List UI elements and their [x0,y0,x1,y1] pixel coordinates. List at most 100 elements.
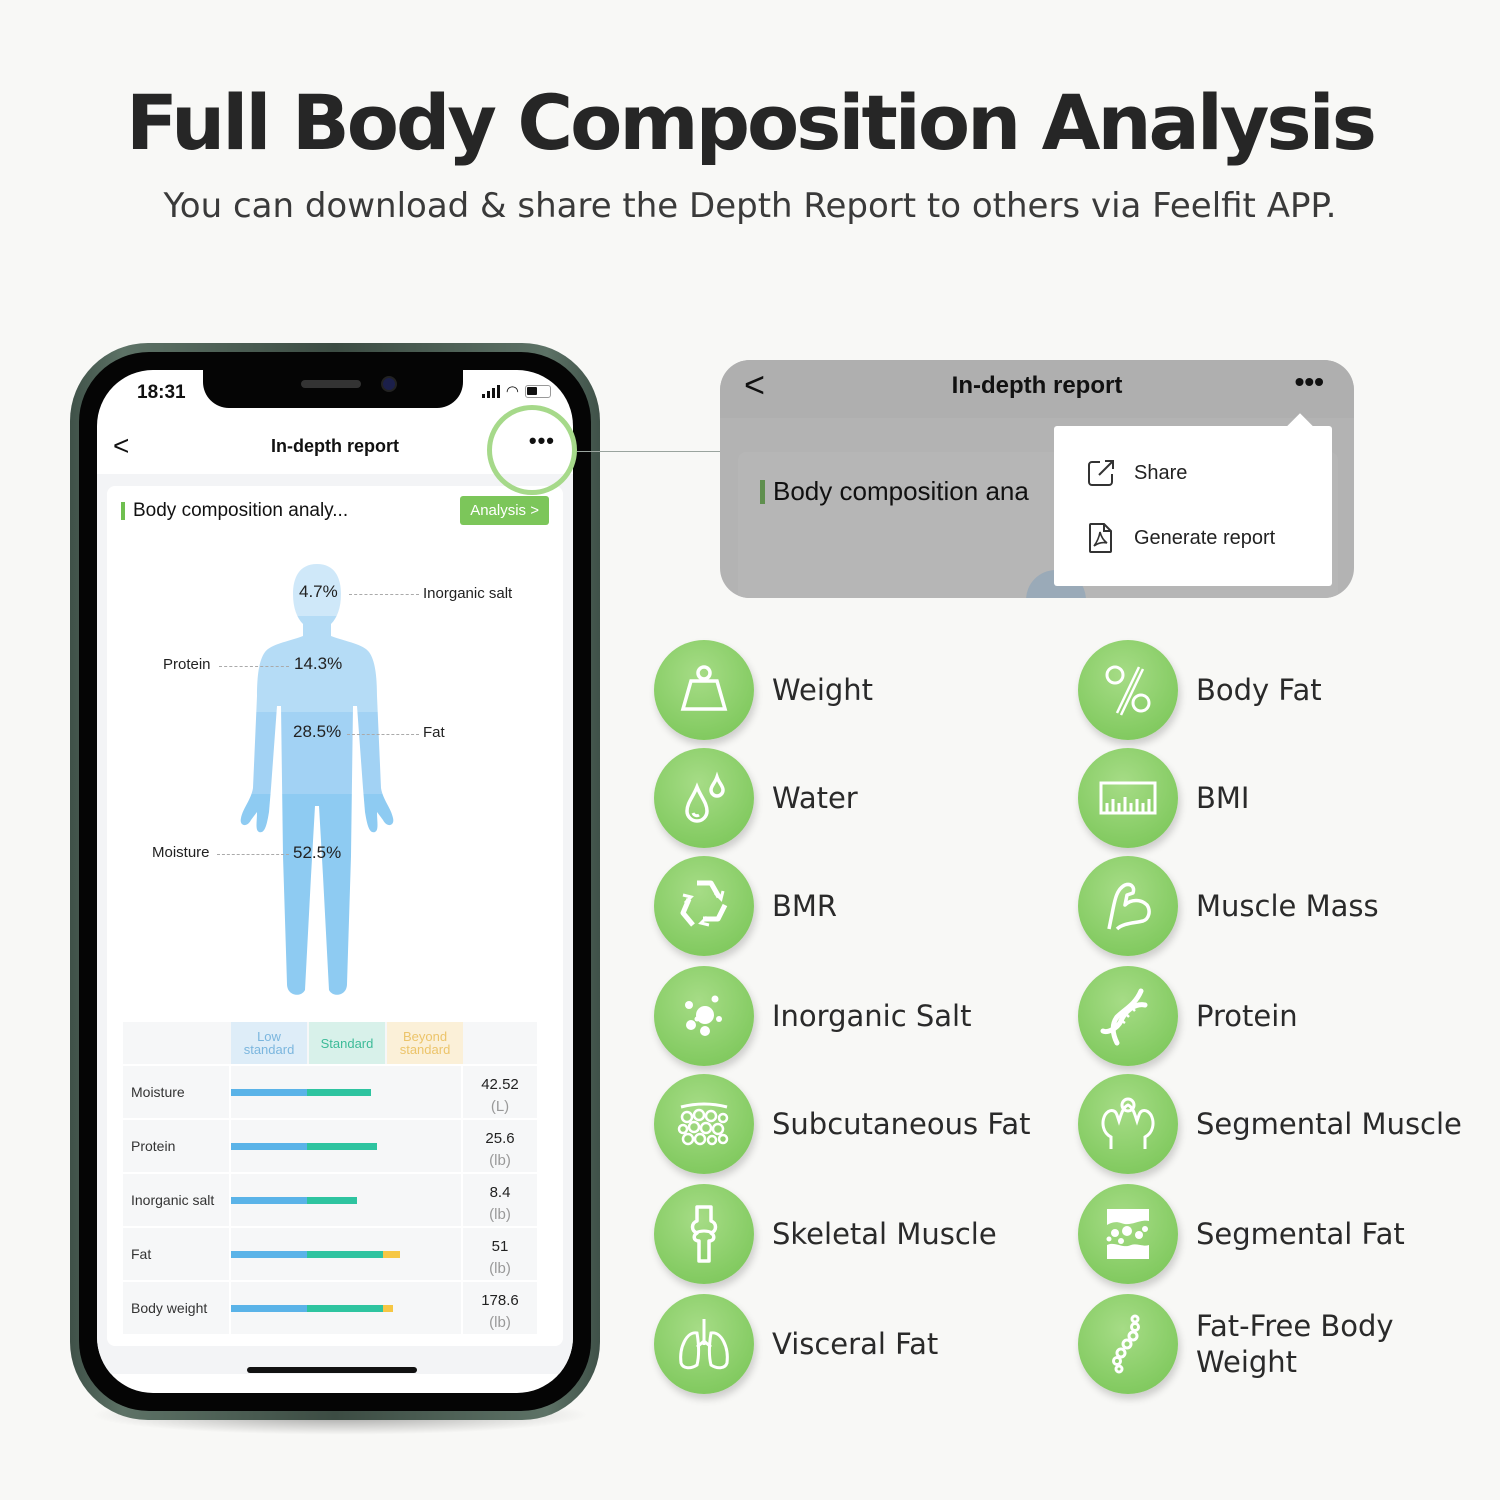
protein-label: Protein [163,656,211,673]
body-silhouette [240,564,394,995]
feature-item: Weight [654,640,873,740]
row-label: Protein [123,1120,229,1172]
zoomed-card-title-text: Body composition ana [773,476,1029,506]
analysis-button[interactable]: Analysis > [460,496,549,525]
row-label: Inorganic salt [123,1174,229,1226]
menu-item-generate-report[interactable]: Generate report [1086,522,1275,554]
camera [381,376,397,392]
speaker [301,380,361,388]
feature-item: Subcutaneous Fat [654,1074,1031,1174]
feature-label: Body Fat [1196,673,1322,707]
bar-beyond-segment [383,1251,401,1258]
feature-label: Water [772,781,858,815]
card-title: Body composition analy... [121,500,348,522]
feature-badge [654,966,754,1066]
water-drops-icon [685,771,725,823]
fat-label: Fat [423,724,445,741]
body-fat-percent-icon [1105,665,1151,716]
feature-label: Protein [1196,999,1298,1033]
subcutaneous-fat-icon [677,1102,729,1146]
row-label: Fat [123,1228,229,1280]
moisture-label: Moisture [152,844,210,861]
protein-dna-icon [1100,988,1148,1046]
header-spacer [123,1022,231,1064]
feature-item: Fat-Free Body Weight [1078,1294,1416,1394]
feature-label: Subcutaneous Fat [772,1107,1031,1141]
table-row: Moisture 42.52 (L) [123,1066,537,1118]
feature-label: Inorganic Salt [772,999,972,1033]
row-value: 25.6 (lb) [463,1120,537,1172]
leader-line [217,854,289,855]
pdf-icon [1089,523,1112,553]
value-unit: (lb) [489,1206,511,1223]
feature-item: Body Fat [1078,640,1322,740]
leader-line [219,666,289,667]
header-beyond-standard: Beyond standard [387,1022,463,1064]
page-subtitle: You can download & share the Depth Repor… [163,186,1337,226]
zoomed-more-button[interactable]: ••• [1295,366,1324,398]
row-label: Moisture [123,1066,229,1118]
feature-badge [1078,1184,1178,1284]
spine-icon [1112,1314,1140,1374]
table-row: Protein 25.6 (lb) [123,1120,537,1172]
value-unit: (lb) [489,1152,511,1169]
home-indicator[interactable] [247,1367,417,1373]
value-unit: (lb) [489,1260,511,1277]
feature-badge [654,640,754,740]
value-number: 178.6 [481,1292,519,1309]
weight-icon [680,665,728,711]
feature-badge [654,1184,754,1284]
header-standard: Standard [309,1022,385,1064]
bar-low-segment [231,1305,307,1312]
options-menu: Share Generate report [1054,426,1332,586]
notch [203,370,463,408]
feature-badge [1078,966,1178,1066]
feature-item: BMI [1078,748,1249,848]
zoomed-nav-bar: < In-depth report ••• [720,360,1354,418]
feature-label: Skeletal Muscle [772,1217,997,1251]
status-icons: ◠ [481,382,551,400]
phone-screen: 18:31 ◠ < In-depth report ••• Body compo… [97,370,573,1393]
protein-percent: 14.3% [294,654,343,673]
feature-item: BMR [654,856,837,956]
feature-badge [654,856,754,956]
bar-low-segment [231,1251,307,1258]
segmental-fat-icon [1106,1209,1149,1259]
bmr-recycle-icon [680,880,728,927]
feature-badge [654,748,754,848]
table-row: Inorganic salt 8.4 (lb) [123,1174,537,1226]
menu-item-share[interactable]: Share [1086,458,1187,488]
row-value: 51 (lb) [463,1228,537,1280]
feature-label: Visceral Fat [772,1327,939,1361]
status-time: 18:31 [137,382,186,403]
signal-icon [481,384,500,398]
page-headline: Full Body Composition Analysis [126,78,1377,167]
feature-label: BMR [772,889,838,923]
feature-item: Skeletal Muscle [654,1184,997,1284]
feature-item: Water [654,748,858,848]
share-icon [1088,460,1114,486]
bar-standard-segment [307,1251,383,1258]
segmental-muscle-icon [1101,1097,1155,1149]
bar-standard-segment [307,1089,371,1096]
menu-item-label: Share [1134,461,1188,484]
row-value: 42.52 (L) [463,1066,537,1118]
row-bar [231,1282,461,1334]
value-number: 42.52 [481,1076,519,1093]
value-number: 51 [491,1238,509,1255]
value-number: 25.6 [485,1130,515,1147]
feature-badge [1078,1294,1178,1394]
row-bar [231,1174,461,1226]
feature-label: Segmental Fat [1196,1217,1405,1251]
body-composition-card: Body composition analy... Analysis > 4.7… [107,486,563,1346]
battery-icon [525,384,551,398]
title-accent-bar [121,502,125,520]
value-unit: (L) [490,1098,510,1115]
card-title-text: Body composition analy... [133,500,349,521]
composition-table: Low standard Standard Beyond standard Mo… [123,1022,537,1334]
wifi-icon: ◠ [505,383,519,400]
row-bar [231,1228,461,1280]
feature-item: Muscle Mass [1078,856,1379,956]
leader-line [347,734,419,735]
menu-item-label: Generate report [1134,526,1276,549]
